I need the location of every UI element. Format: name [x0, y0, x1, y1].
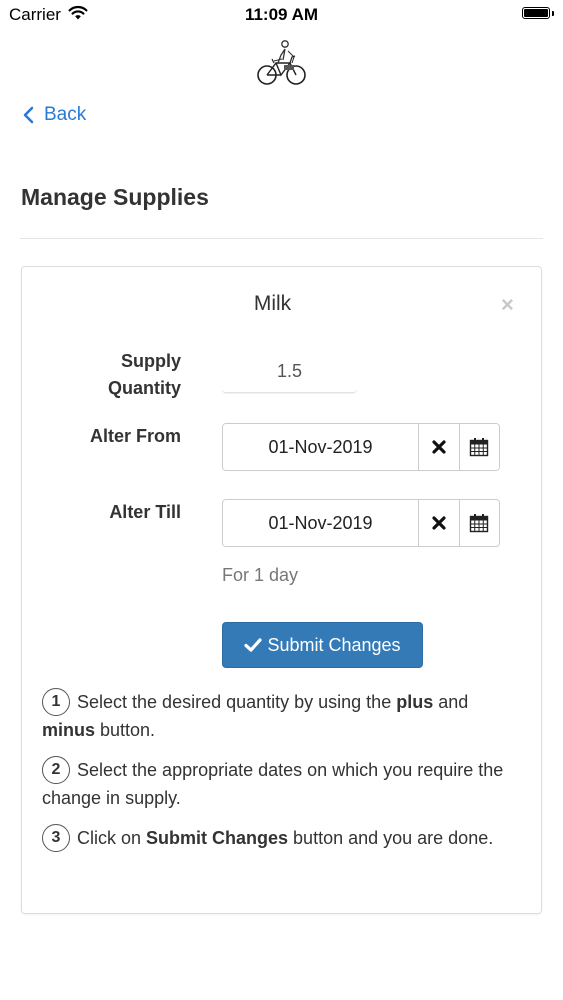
back-label: Back	[44, 104, 87, 125]
quantity-label: Supply Quantity	[107, 351, 181, 398]
step-number: 2	[42, 756, 70, 785]
calendar-icon	[470, 438, 489, 457]
back-button[interactable]: Back	[22, 104, 86, 126]
step-text: Select the appropriate dates on which yo…	[42, 760, 504, 809]
page-title: Manage Supplies	[21, 184, 209, 210]
step-number: 1	[42, 688, 70, 717]
chevron-left-icon	[23, 106, 34, 124]
clear-till-button[interactable]	[418, 500, 459, 546]
step-text: button and you are done.	[288, 828, 494, 848]
instruction-step-3: 3 Click on Submit Changes button and you …	[42, 824, 522, 853]
instruction-step-2: 2 Select the appropriate dates on which y…	[42, 756, 522, 812]
alter-from-input[interactable]	[223, 424, 418, 470]
step-text: Select the desired quantity by using the	[77, 692, 397, 712]
calendar-from-button[interactable]	[458, 424, 499, 470]
alter-from-group	[222, 423, 500, 471]
alter-till-group	[222, 499, 500, 547]
clear-from-button[interactable]	[418, 424, 459, 470]
step-bold: Submit Changes	[146, 828, 289, 848]
bicycle-logo	[254, 37, 308, 87]
submit-label: Submit Changes	[267, 634, 401, 655]
instruction-step-1: 1 Select the desired quantity by using th…	[42, 688, 522, 744]
step-number: 3	[42, 824, 70, 853]
clock: 11:09 AM	[244, 5, 319, 24]
step-text: Click on	[77, 828, 147, 848]
times-icon	[432, 516, 446, 530]
quantity-input[interactable]	[222, 351, 357, 393]
status-bar: Carrier 11:09 AM	[0, 0, 563, 30]
alter-till-label: Alter Till	[109, 502, 181, 522]
battery-icon	[522, 7, 554, 20]
step-text: and	[433, 692, 469, 712]
divider	[20, 238, 543, 239]
check-icon	[244, 638, 263, 652]
calendar-icon	[470, 514, 489, 533]
times-icon	[432, 440, 446, 454]
step-bold: plus	[396, 692, 434, 712]
submit-changes-button[interactable]: Submit Changes	[222, 622, 423, 668]
close-icon[interactable]: ×	[501, 294, 514, 316]
step-text: button.	[95, 720, 156, 741]
duration-text: For 1 day	[222, 565, 299, 585]
alter-from-label: Alter From	[89, 426, 181, 446]
calendar-till-button[interactable]	[458, 500, 499, 546]
step-bold: minus	[42, 720, 96, 741]
item-name: Milk	[253, 292, 292, 315]
alter-till-input[interactable]	[223, 500, 418, 546]
